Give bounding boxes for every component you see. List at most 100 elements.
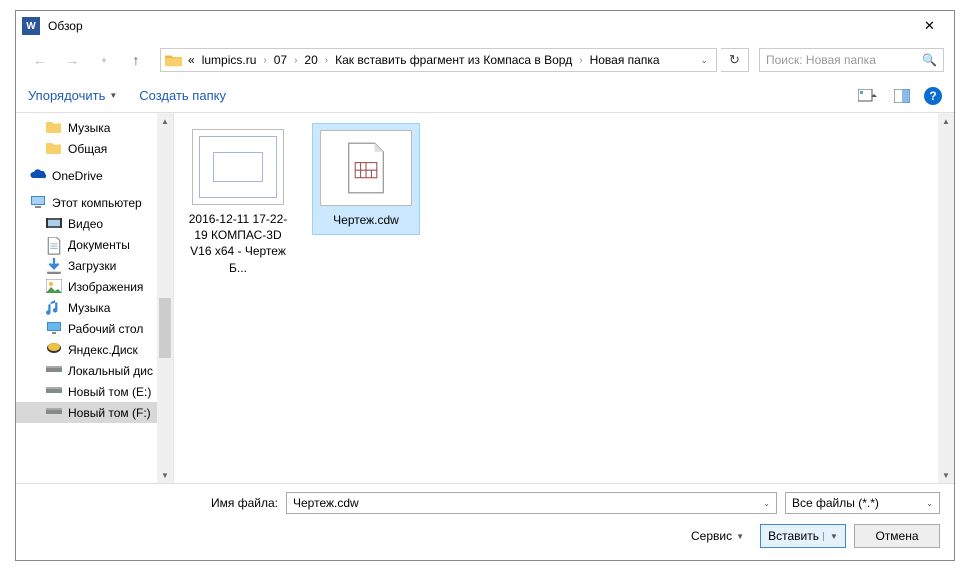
back-button[interactable]: ←: [26, 48, 54, 72]
scroll-up-icon[interactable]: ▲: [157, 113, 173, 129]
tree-item-label: OneDrive: [52, 169, 103, 183]
up-button[interactable]: ↑: [122, 48, 150, 72]
tree-item[interactable]: Новый том (F:): [16, 402, 173, 423]
tree-scrollbar[interactable]: ▲ ▼: [157, 113, 173, 483]
chevron-right-icon: ›: [292, 55, 299, 66]
tree-item-label: Локальный дис: [68, 364, 153, 378]
chevron-down-icon[interactable]: ▼: [823, 532, 838, 541]
folder-icon: [46, 141, 62, 157]
files-scrollbar[interactable]: ▲ ▼: [938, 113, 954, 483]
drive-icon: [46, 384, 62, 400]
image-icon: [46, 279, 62, 295]
tree-item[interactable]: OneDrive: [16, 165, 173, 186]
doc-icon: [46, 237, 62, 253]
dialog-footer: Имя файла: Чертеж.cdw ⌄ Все файлы (*.*) …: [16, 484, 954, 560]
chevron-right-icon: ›: [577, 55, 584, 66]
tree-item-label: Музыка: [68, 121, 110, 135]
search-icon: 🔍: [922, 53, 937, 67]
address-bar[interactable]: « lumpics.ru › 07 › 20 › Как вставить фр…: [160, 48, 717, 72]
tree-item[interactable]: Яндекс.Диск: [16, 339, 173, 360]
scroll-down-icon[interactable]: ▼: [938, 467, 954, 483]
tree-item[interactable]: Этот компьютер: [16, 192, 173, 213]
close-button[interactable]: ✕: [907, 12, 952, 40]
history-dropdown[interactable]: ▾: [90, 48, 118, 72]
help-button[interactable]: ?: [924, 87, 942, 105]
tree-item-label: Общая: [68, 142, 107, 156]
breadcrumb-item[interactable]: 20: [302, 52, 319, 68]
scroll-thumb[interactable]: [159, 298, 171, 358]
breadcrumb-prefix: «: [186, 52, 197, 68]
tree-item-label: Яндекс.Диск: [68, 343, 138, 357]
file-thumbnail: [320, 130, 412, 206]
file-open-dialog: W Обзор ✕ ← → ▾ ↑ « lumpics.ru › 07 › 20…: [15, 10, 955, 561]
titlebar: W Обзор ✕: [16, 11, 954, 41]
toolbar: Упорядочить ▼ Создать папку ?: [16, 79, 954, 113]
cancel-button[interactable]: Отмена: [854, 524, 940, 548]
tree-item[interactable]: Новый том (E:): [16, 381, 173, 402]
filename-input[interactable]: Чертеж.cdw ⌄: [286, 492, 777, 514]
file-name: 2016-12-11 17-22-19 КОМПАС-3D V16 x64 - …: [188, 211, 288, 276]
tree-item-label: Музыка: [68, 301, 110, 315]
tree-item[interactable]: Изображения: [16, 276, 173, 297]
folder-icon: [165, 52, 183, 68]
drive-icon: [46, 363, 62, 379]
desktop-icon: [46, 321, 62, 337]
breadcrumb-item[interactable]: lumpics.ru: [200, 52, 259, 68]
video-icon: [46, 216, 62, 232]
forward-button[interactable]: →: [58, 48, 86, 72]
tree-item-label: Изображения: [68, 280, 143, 294]
tree-item[interactable]: Рабочий стол: [16, 318, 173, 339]
tree-item-label: Видео: [68, 217, 103, 231]
scroll-down-icon[interactable]: ▼: [157, 467, 173, 483]
tree-item-label: Новый том (E:): [68, 385, 151, 399]
folder-icon: [46, 120, 62, 136]
nav-tree[interactable]: Музыка Общая OneDrive Этот компьютер Видео До…: [16, 113, 174, 483]
insert-button[interactable]: Вставить ▼: [760, 524, 846, 548]
tree-item[interactable]: Музыка: [16, 297, 173, 318]
tree-item-label: Загрузки: [68, 259, 116, 273]
yadisk-icon: [46, 342, 62, 358]
onedrive-icon: [30, 168, 46, 184]
tree-item[interactable]: Общая: [16, 138, 173, 159]
new-folder-button[interactable]: Создать папку: [139, 88, 226, 103]
tree-item-label: Документы: [68, 238, 130, 252]
file-type-filter[interactable]: Все файлы (*.*) ⌄: [785, 492, 940, 514]
search-placeholder: Поиск: Новая папка: [766, 53, 876, 67]
chevron-down-icon[interactable]: ⌄: [926, 499, 933, 508]
file-name: Чертеж.cdw: [317, 212, 415, 228]
tree-item[interactable]: Локальный дис: [16, 360, 173, 381]
pc-icon: [30, 195, 46, 211]
refresh-button[interactable]: ↻: [721, 48, 749, 72]
scroll-up-icon[interactable]: ▲: [938, 113, 954, 129]
dialog-body: Музыка Общая OneDrive Этот компьютер Видео До…: [16, 113, 954, 484]
breadcrumb-item[interactable]: Новая папка: [588, 52, 662, 68]
file-list[interactable]: 2016-12-11 17-22-19 КОМПАС-3D V16 x64 - …: [174, 113, 954, 483]
preview-pane-button[interactable]: [890, 86, 914, 106]
chevron-right-icon: ›: [261, 55, 268, 66]
tree-item-label: Новый том (F:): [68, 406, 151, 420]
navbar: ← → ▾ ↑ « lumpics.ru › 07 › 20 › Как вст…: [16, 41, 954, 79]
drive-icon: [46, 405, 62, 421]
chevron-down-icon: ▼: [109, 91, 117, 100]
download-icon: [46, 258, 62, 274]
chevron-down-icon[interactable]: ⌄: [763, 499, 770, 508]
file-item[interactable]: 2016-12-11 17-22-19 КОМПАС-3D V16 x64 - …: [184, 123, 292, 282]
breadcrumb-item[interactable]: 07: [272, 52, 289, 68]
file-thumbnail: [192, 129, 284, 205]
address-dropdown-icon[interactable]: ⌄: [696, 55, 712, 66]
chevron-down-icon: ▼: [736, 532, 744, 541]
organize-button[interactable]: Упорядочить ▼: [28, 88, 117, 103]
music-icon: [46, 300, 62, 316]
breadcrumb-item[interactable]: Как вставить фрагмент из Компаса в Ворд: [333, 52, 574, 68]
tree-item[interactable]: Музыка: [16, 117, 173, 138]
search-input[interactable]: Поиск: Новая папка 🔍: [759, 48, 944, 72]
file-item[interactable]: Чертеж.cdw: [312, 123, 420, 235]
tree-item-label: Рабочий стол: [68, 322, 143, 336]
tree-item[interactable]: Документы: [16, 234, 173, 255]
tools-button[interactable]: Сервис ▼: [691, 529, 744, 543]
word-icon: W: [22, 17, 40, 35]
filename-label: Имя файла:: [30, 496, 278, 510]
tree-item[interactable]: Загрузки: [16, 255, 173, 276]
tree-item[interactable]: Видео: [16, 213, 173, 234]
view-options-button[interactable]: [856, 86, 880, 106]
